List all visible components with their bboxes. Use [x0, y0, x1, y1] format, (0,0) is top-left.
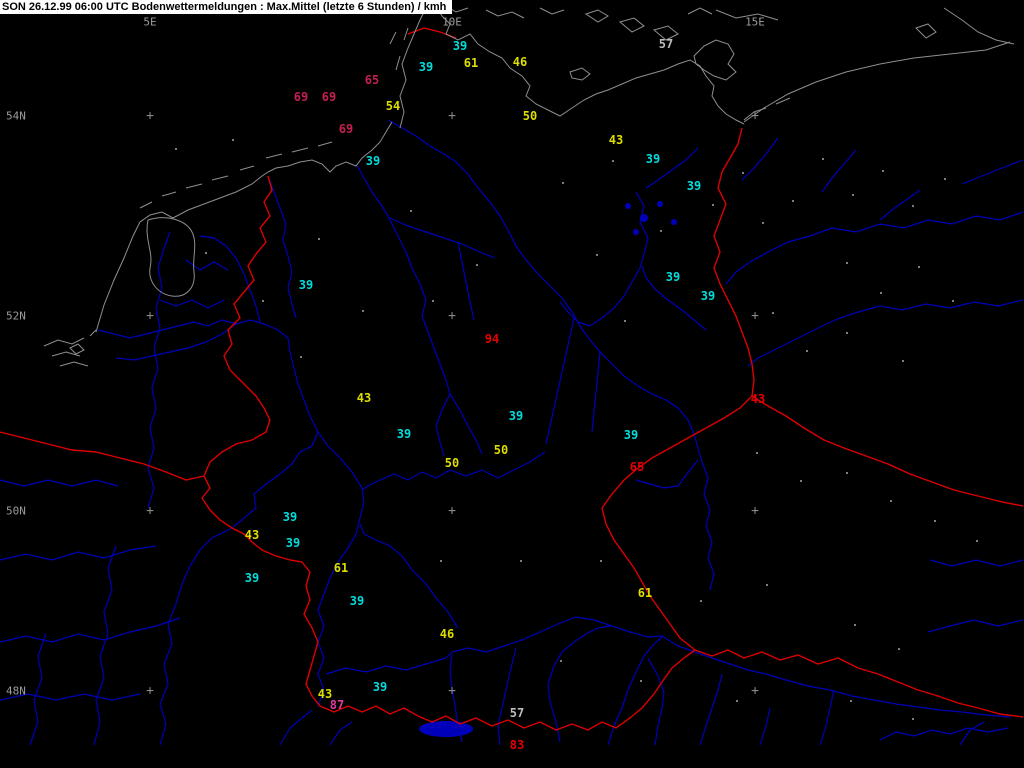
- station-wind-value: 39: [452, 39, 468, 53]
- station-wind-value: 46: [439, 627, 455, 641]
- station-wind-value: 57: [509, 706, 525, 720]
- station-wind-value: 65: [629, 460, 645, 474]
- station-wind-value: 43: [608, 133, 624, 147]
- station-wind-value: 39: [623, 428, 639, 442]
- grid-cross: +: [146, 108, 154, 124]
- title-bar: SON 26.12.99 06:00 UTC Bodenwettermeldun…: [0, 0, 453, 14]
- station-wind-value: 39: [645, 152, 661, 166]
- grid-cross: +: [751, 503, 759, 519]
- station-wind-value: 61: [333, 561, 349, 575]
- station-wind-value: 83: [509, 738, 525, 752]
- station-wind-value: 39: [372, 680, 388, 694]
- station-wind-value: 61: [463, 56, 479, 70]
- grid-cross: +: [751, 308, 759, 324]
- latitude-label: 54N: [6, 109, 26, 123]
- latitude-label: 52N: [6, 309, 26, 323]
- station-wind-value: 39: [418, 60, 434, 74]
- station-wind-value: 69: [338, 122, 354, 136]
- borders-layer: [0, 27, 1024, 731]
- station-wind-value: 57: [658, 37, 674, 51]
- station-wind-value: 39: [665, 270, 681, 284]
- coastlines-layer: [43, 5, 1015, 367]
- station-wind-value: 50: [493, 443, 509, 457]
- title-text: SON 26.12.99 06:00 UTC Bodenwettermeldun…: [2, 1, 447, 13]
- station-wind-value: 50: [444, 456, 460, 470]
- station-wind-value: 87: [329, 698, 345, 712]
- station-wind-value: 43: [750, 392, 766, 406]
- grid-cross: +: [146, 683, 154, 699]
- grid-cross: +: [448, 308, 456, 324]
- grid-cross: +: [448, 683, 456, 699]
- grid-cross: +: [448, 108, 456, 124]
- longitude-label: 15E: [745, 15, 765, 29]
- station-wind-value: 61: [637, 586, 653, 600]
- station-wind-value: 50: [522, 109, 538, 123]
- station-wind-value: 39: [686, 179, 702, 193]
- specks-layer: [175, 139, 978, 720]
- station-wind-value: 65: [364, 73, 380, 87]
- station-wind-value: 39: [244, 571, 260, 585]
- station-wind-value: 39: [349, 594, 365, 608]
- weather-map-screen: 5E 10E 15E 54N 52N 50N 48N + + + + + + + + + + + + 39 61 39 4…: [0, 0, 1024, 768]
- longitude-label: 5E: [143, 15, 157, 29]
- station-wind-value: 43: [244, 528, 260, 542]
- latitude-label: 50N: [6, 504, 26, 518]
- grid-cross: +: [751, 683, 759, 699]
- grid-cross: +: [448, 503, 456, 519]
- grid-cross: +: [751, 108, 759, 124]
- station-wind-value: 39: [396, 427, 412, 441]
- station-wind-value: 39: [508, 409, 524, 423]
- station-wind-value: 69: [293, 90, 309, 104]
- station-wind-value: 54: [385, 99, 401, 113]
- longitude-label: 10E: [442, 15, 462, 29]
- station-wind-value: 46: [512, 55, 528, 69]
- station-wind-value: 39: [365, 154, 381, 168]
- grid-cross: +: [146, 503, 154, 519]
- station-wind-value: 43: [356, 391, 372, 405]
- grid-cross: +: [146, 308, 154, 324]
- station-wind-value: 39: [285, 536, 301, 550]
- station-wind-value: 39: [700, 289, 716, 303]
- station-wind-value: 39: [282, 510, 298, 524]
- station-wind-value: 69: [321, 90, 337, 104]
- station-wind-value: 94: [484, 332, 500, 346]
- station-wind-value: 39: [298, 278, 314, 292]
- latitude-label: 48N: [6, 684, 26, 698]
